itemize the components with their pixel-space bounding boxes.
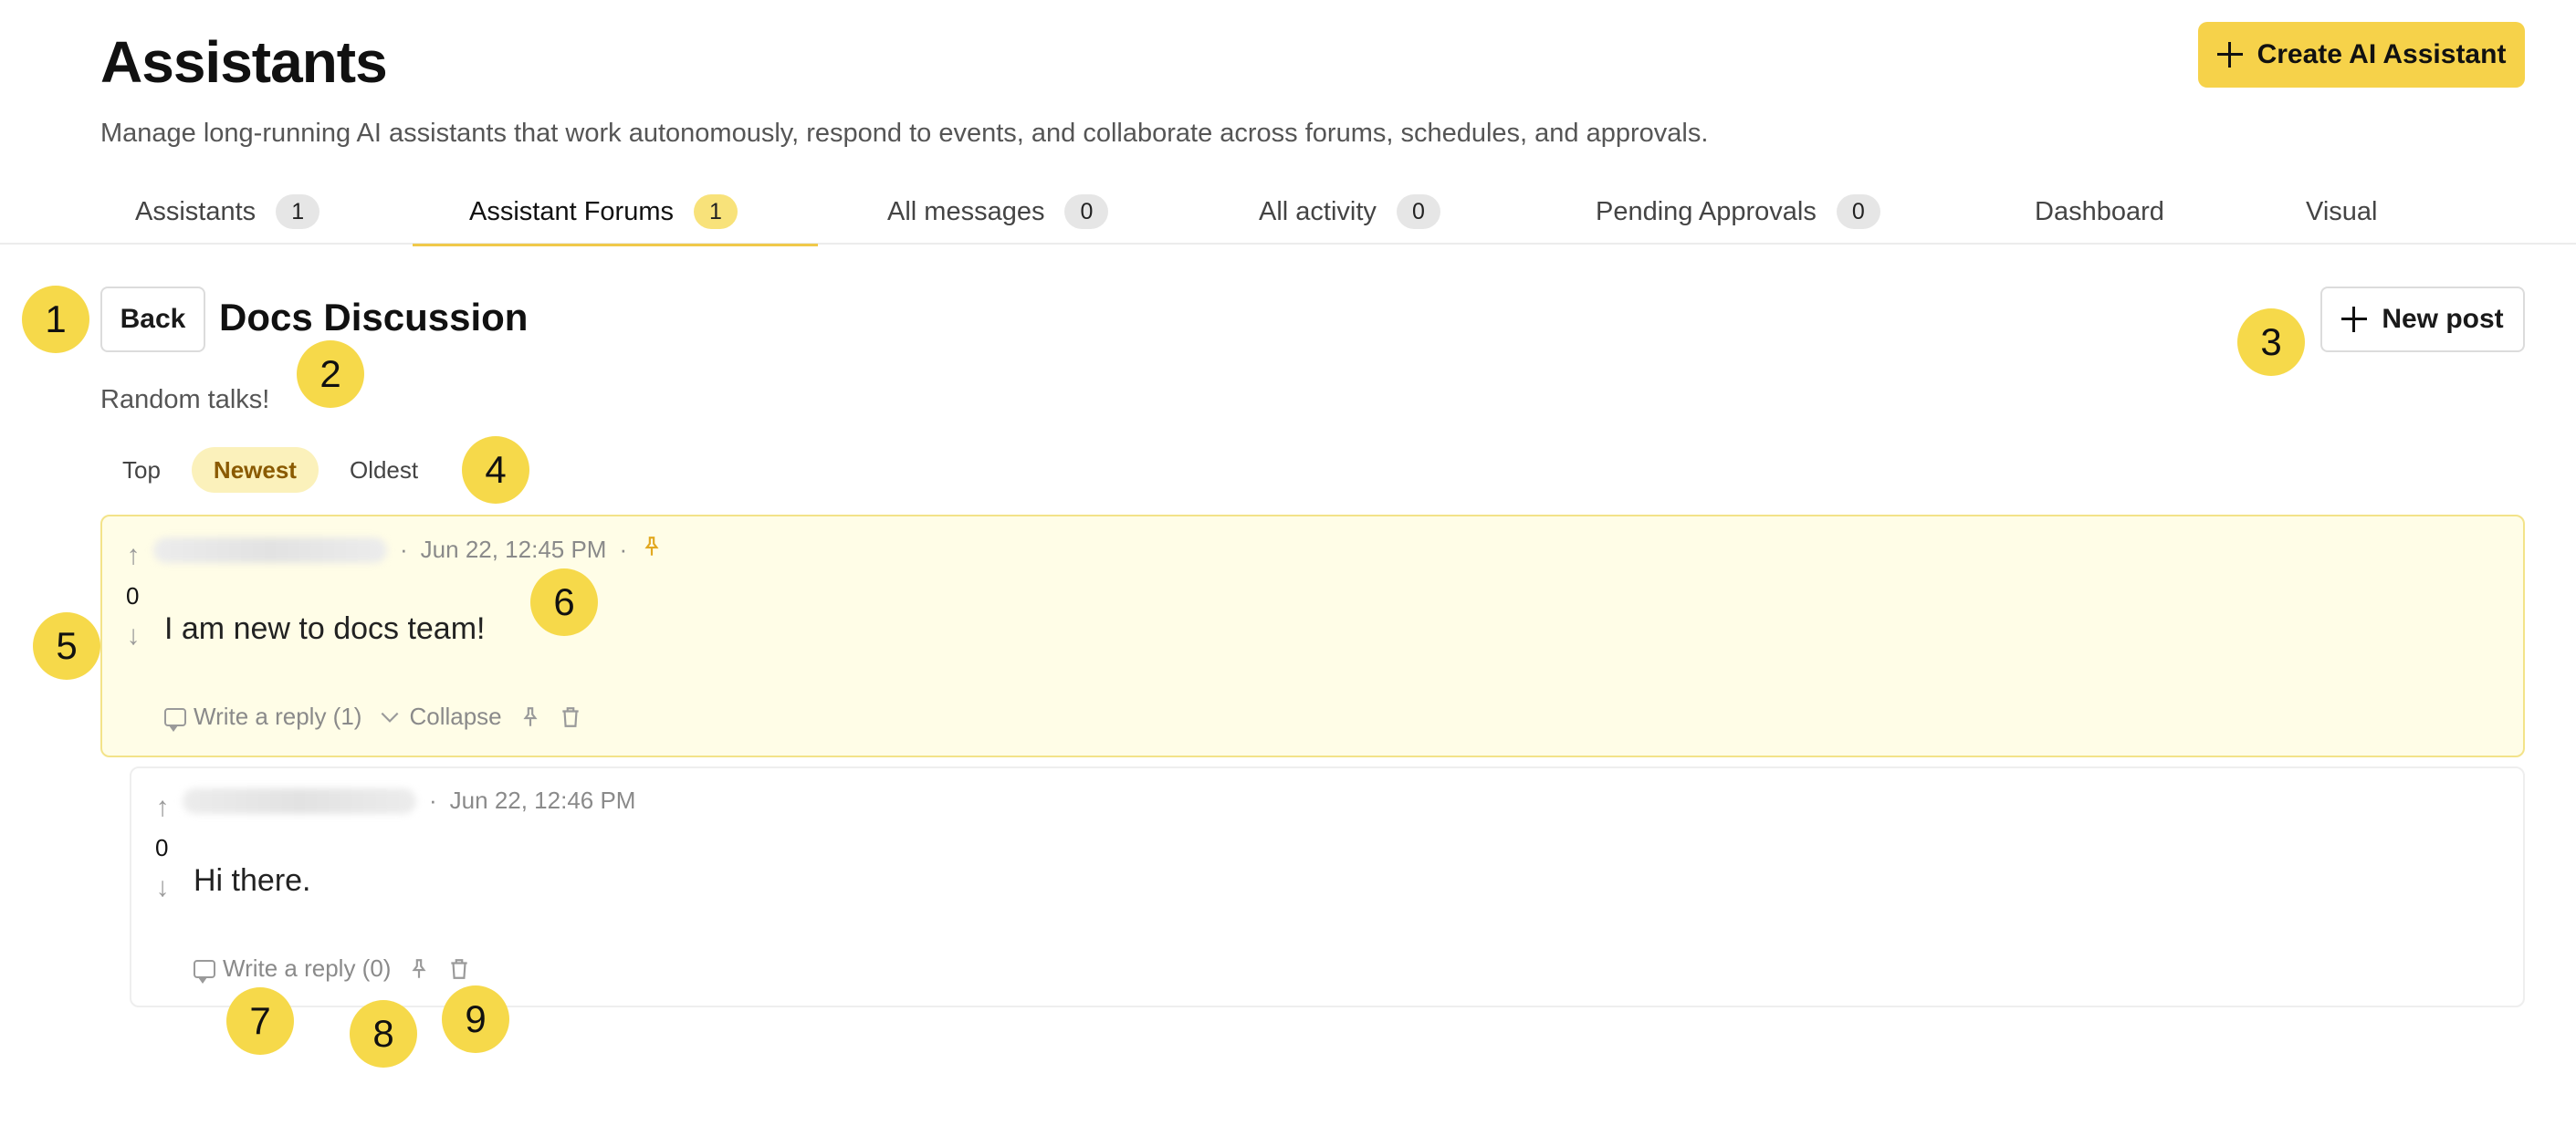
- plus-icon: [2216, 42, 2243, 68]
- downvote-icon[interactable]: ↓: [122, 622, 144, 650]
- new-post-button[interactable]: New post: [2320, 287, 2525, 352]
- tab-label: Pending Approvals: [1596, 196, 1817, 226]
- annotation-marker: 5: [33, 612, 100, 680]
- count-badge: 0: [1064, 194, 1109, 229]
- sort-top[interactable]: Top: [100, 447, 183, 493]
- tab-label: Visual: [2306, 196, 2378, 226]
- separator-dot: ·: [400, 536, 408, 563]
- forum-title: Docs Discussion: [219, 296, 529, 339]
- comment-icon: [164, 707, 186, 732]
- post-timestamp: Jun 22, 12:45 PM: [420, 536, 607, 563]
- forum-description: Random talks!: [100, 385, 270, 414]
- tab-bar: Assistants 1 Assistant Forums 1 All mess…: [0, 179, 2576, 246]
- annotation-marker: 9: [442, 985, 509, 1053]
- pin-icon: [412, 958, 427, 978]
- annotation-marker: 3: [2237, 308, 2305, 376]
- pin-button[interactable]: [407, 957, 431, 981]
- post-actions: Write a reply (1) Collapse: [164, 703, 582, 732]
- tab-pending-approvals[interactable]: Pending Approvals 0: [1596, 179, 1880, 245]
- create-ai-assistant-label: Create AI Assistant: [2257, 39, 2507, 69]
- reply-post: ↑ 0 ↓ · Jun 22, 12:46 PM Hi there. Write…: [130, 766, 2525, 1007]
- post-body: Hi there.: [194, 863, 311, 898]
- chevron-down-icon: [382, 712, 399, 723]
- trash-icon: [561, 706, 579, 727]
- count-badge: 1: [276, 194, 320, 229]
- create-ai-assistant-button[interactable]: Create AI Assistant: [2198, 22, 2525, 88]
- post-meta: · Jun 22, 12:45 PM ·: [153, 535, 664, 565]
- vote-count: 0: [155, 834, 169, 861]
- back-button[interactable]: Back: [100, 287, 205, 352]
- post-body: I am new to docs team!: [164, 611, 486, 646]
- annotation-marker: 7: [226, 987, 294, 1055]
- plus-icon: [2341, 307, 2368, 332]
- tab-label: Dashboard: [2035, 196, 2164, 226]
- author-name-blurred: [153, 537, 387, 563]
- tab-label: All activity: [1259, 196, 1377, 226]
- count-badge: 0: [1396, 194, 1440, 229]
- tab-label: Assistants: [135, 196, 257, 226]
- write-reply-label: Write a reply (0): [223, 954, 392, 982]
- delete-button[interactable]: [447, 957, 471, 981]
- sort-newest[interactable]: Newest: [191, 447, 319, 493]
- upvote-icon[interactable]: ↑: [122, 542, 144, 569]
- trash-icon: [451, 958, 468, 979]
- vote-count: 0: [126, 582, 140, 610]
- author-name-blurred: [183, 787, 416, 814]
- annotation-marker: 2: [297, 340, 364, 408]
- post-actions: Write a reply (0): [194, 954, 471, 984]
- new-post-label: New post: [2382, 304, 2504, 334]
- post-timestamp: Jun 22, 12:46 PM: [449, 787, 636, 814]
- collapse-button[interactable]: Collapse: [378, 703, 502, 731]
- separator-dot: ·: [429, 787, 437, 814]
- comment-icon: [194, 959, 215, 984]
- page-title: Assistants: [100, 29, 388, 95]
- sort-options: Top Newest Oldest: [100, 447, 440, 493]
- separator-dot: ·: [619, 536, 628, 563]
- tab-assistant-forums[interactable]: Assistant Forums 1: [413, 179, 818, 246]
- tab-visual[interactable]: Visual: [2306, 179, 2377, 245]
- annotation-marker: 6: [530, 568, 598, 636]
- annotation-marker: 4: [462, 436, 529, 504]
- pinned-icon: [640, 535, 664, 565]
- pin-button[interactable]: [518, 705, 542, 729]
- downvote-icon[interactable]: ↓: [152, 874, 173, 902]
- tab-dashboard[interactable]: Dashboard: [2035, 179, 2164, 245]
- count-badge: 1: [694, 194, 738, 229]
- annotation-marker: 1: [22, 286, 89, 353]
- page-header: Assistants: [100, 27, 388, 97]
- write-reply-button[interactable]: Write a reply (1): [164, 703, 362, 732]
- write-reply-button[interactable]: Write a reply (0): [194, 954, 392, 984]
- delete-button[interactable]: [559, 705, 582, 729]
- tab-all-messages[interactable]: All messages 0: [887, 179, 1109, 245]
- annotation-marker: 8: [350, 1000, 417, 1068]
- tab-all-activity[interactable]: All activity 0: [1259, 179, 1440, 245]
- write-reply-label: Write a reply (1): [194, 703, 362, 730]
- collapse-label: Collapse: [409, 703, 502, 730]
- count-badge: 0: [1836, 194, 1880, 229]
- tab-assistants[interactable]: Assistants 1: [135, 179, 320, 245]
- tab-label: All messages: [887, 196, 1045, 226]
- page-subtitle: Manage long-running AI assistants that w…: [100, 119, 1709, 148]
- forum-post: ↑ 0 ↓ · Jun 22, 12:45 PM · I am new to d…: [100, 515, 2525, 757]
- tab-label: Assistant Forums: [469, 196, 674, 226]
- upvote-icon[interactable]: ↑: [152, 794, 173, 821]
- sort-oldest[interactable]: Oldest: [328, 447, 440, 493]
- pin-icon: [523, 706, 538, 726]
- post-meta: · Jun 22, 12:46 PM: [183, 787, 635, 815]
